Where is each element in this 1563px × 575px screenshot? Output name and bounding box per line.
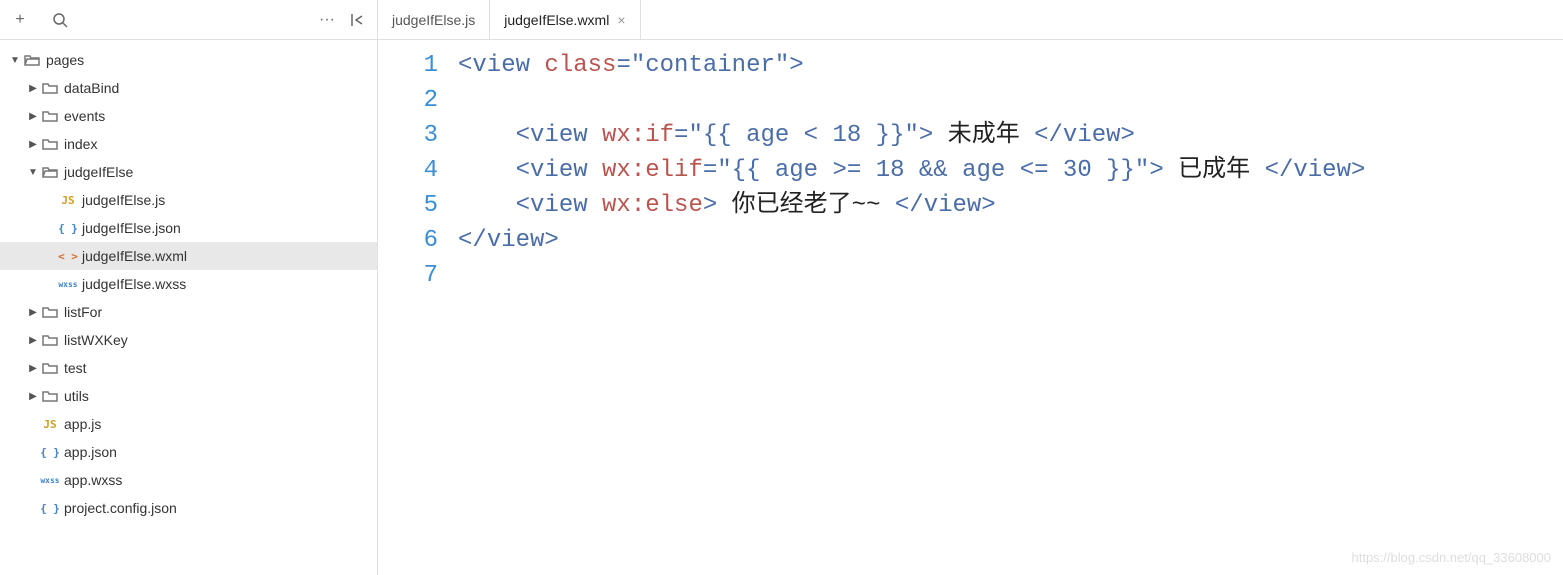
code-line[interactable] (458, 83, 1563, 118)
tree-label: listFor (60, 304, 102, 320)
search-button[interactable] (50, 10, 70, 30)
tree-label: listWXKey (60, 332, 128, 348)
tree-label: dataBind (60, 80, 119, 96)
tree-item[interactable]: { }judgeIfElse.json (0, 214, 377, 242)
tab-bar: judgeIfElse.js judgeIfElse.wxml × (378, 0, 641, 39)
tree-label: judgeIfElse.json (78, 220, 181, 236)
code-line[interactable]: <view wx:elif="{{ age >= 18 && age <= 30… (458, 153, 1563, 188)
tab-label: judgeIfElse.wxml (504, 12, 609, 28)
file-tree[interactable]: pages dataBind events index judgeIfElse JSjud… (0, 40, 378, 575)
more-button[interactable]: ··· (317, 10, 337, 30)
tree-item[interactable]: { }app.json (0, 438, 377, 466)
main: pages dataBind events index judgeIfElse JSjud… (0, 40, 1563, 575)
code-line[interactable]: <view wx:else> 你已经老了~~ </view> (458, 188, 1563, 223)
tree-item[interactable]: pages (0, 46, 377, 74)
tree-item[interactable]: { }project.config.json (0, 494, 377, 522)
tree-label: utils (60, 388, 89, 404)
line-number: 7 (378, 258, 438, 293)
tree-label: project.config.json (60, 500, 177, 516)
tree-item[interactable]: wxssjudgeIfElse.wxss (0, 270, 377, 298)
collapse-sidebar-button[interactable] (347, 10, 367, 30)
tree-item[interactable]: < >judgeIfElse.wxml (0, 242, 377, 270)
line-number: 5 (378, 188, 438, 223)
line-number: 4 (378, 153, 438, 188)
close-icon[interactable]: × (617, 12, 625, 28)
tree-label: events (60, 108, 105, 124)
line-number: 6 (378, 223, 438, 258)
tree-label: judgeIfElse.js (78, 192, 165, 208)
tree-label: judgeIfElse.wxml (78, 248, 187, 264)
tree-label: pages (42, 52, 84, 68)
line-number: 2 (378, 83, 438, 118)
tree-label: judgeIfElse (60, 164, 133, 180)
tab-judgeifelse-wxml[interactable]: judgeIfElse.wxml × (490, 0, 640, 39)
tree-label: test (60, 360, 87, 376)
tree-label: index (60, 136, 97, 152)
code-line[interactable]: </view> (458, 223, 1563, 258)
tree-item[interactable]: test (0, 354, 377, 382)
code-content[interactable]: <view class="container"> <view wx:if="{{… (458, 48, 1563, 575)
tree-label: app.js (60, 416, 101, 432)
tree-label: judgeIfElse.wxss (78, 276, 186, 292)
code-line[interactable]: <view wx:if="{{ age < 18 }}"> 未成年 </view… (458, 118, 1563, 153)
sidebar-toolbar: + ··· (0, 0, 378, 39)
tree-item[interactable]: listWXKey (0, 326, 377, 354)
line-number: 3 (378, 118, 438, 153)
tree-item[interactable]: index (0, 130, 377, 158)
tree-item[interactable]: judgeIfElse (0, 158, 377, 186)
code-editor[interactable]: 1234567 <view class="container"> <view w… (378, 40, 1563, 575)
tab-judgeifelse-js[interactable]: judgeIfElse.js (378, 0, 490, 39)
tree-item[interactable]: listFor (0, 298, 377, 326)
line-gutter: 1234567 (378, 48, 458, 575)
tree-item[interactable]: utils (0, 382, 377, 410)
tree-label: app.json (60, 444, 117, 460)
tab-label: judgeIfElse.js (392, 12, 475, 28)
code-line[interactable]: <view class="container"> (458, 48, 1563, 83)
topbar: + ··· judgeIfElse.js judgeIfElse.wxml × (0, 0, 1563, 40)
tree-item[interactable]: wxssapp.wxss (0, 466, 377, 494)
code-line[interactable] (458, 258, 1563, 293)
tree-item[interactable]: events (0, 102, 377, 130)
line-number: 1 (378, 48, 438, 83)
tree-item[interactable]: JSjudgeIfElse.js (0, 186, 377, 214)
add-file-button[interactable]: + (10, 10, 30, 30)
tree-item[interactable]: JSapp.js (0, 410, 377, 438)
tree-item[interactable]: dataBind (0, 74, 377, 102)
tree-label: app.wxss (60, 472, 122, 488)
